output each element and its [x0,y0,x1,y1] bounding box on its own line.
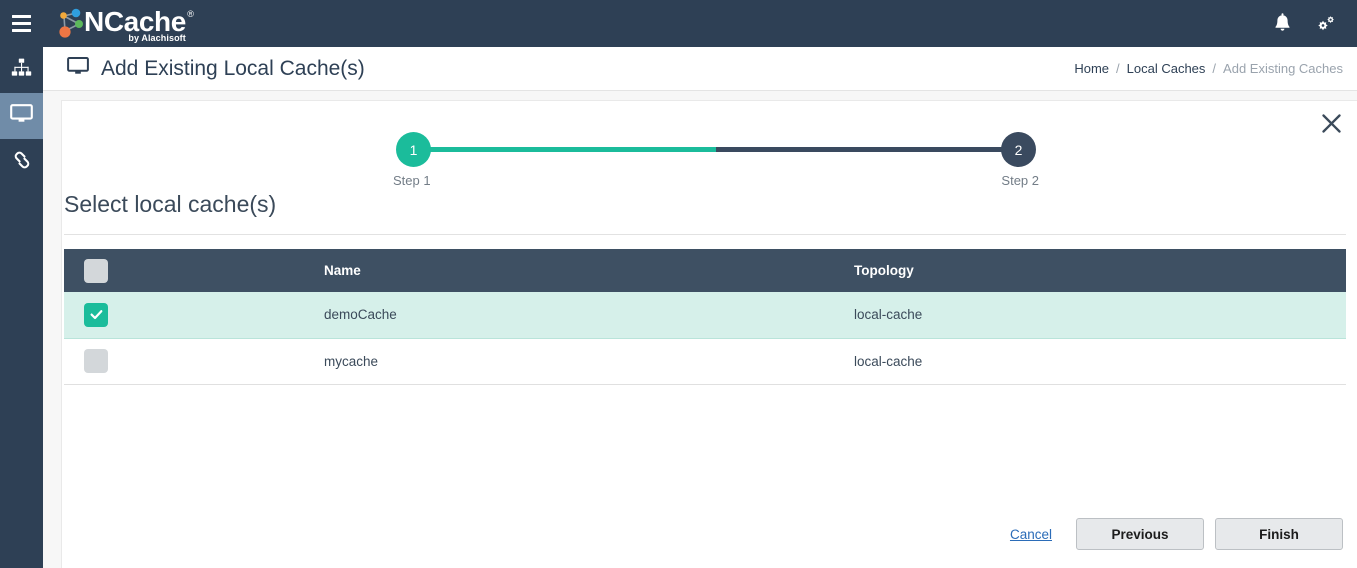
caches-table: Name Topology demoCache local-cache myca… [64,249,1346,385]
section-divider [64,234,1346,235]
caches-table-body: demoCache local-cache mycache local-cach… [64,292,1346,385]
cache-name: demoCache [324,307,397,323]
header-label-name: Name [324,263,361,278]
header-cell-name[interactable]: Name [324,249,854,292]
row-checkbox-democache[interactable] [84,302,108,327]
wizard-stepper: 1 2 Step 1 Step 2 [393,132,1039,194]
header-cell-topology[interactable]: Topology [854,249,1346,292]
monitor-icon [67,56,89,81]
stepper-node-1[interactable]: 1 [396,132,431,167]
row-cell-name: mycache [324,338,854,385]
brand-registered-mark: ® [187,9,194,19]
previous-button[interactable]: Previous [1076,518,1204,550]
stepper-label-1: Step 1 [393,173,431,188]
stepper-node-2[interactable]: 2 [1001,132,1036,167]
breadcrumb-item-add-existing-caches: Add Existing Caches [1223,61,1343,76]
header-label-topology: Topology [854,263,914,278]
bell-icon[interactable] [1273,13,1292,34]
breadcrumb-separator: / [1212,61,1217,76]
cache-topology: local-cache [854,353,923,369]
breadcrumb-item-home[interactable]: Home [1074,61,1109,76]
row-cell-select [64,338,324,385]
cache-topology: local-cache [854,307,923,323]
sitemap-icon [11,58,32,82]
stepper-line-completed [414,147,716,152]
stepper-progress-line [414,147,1018,152]
table-row[interactable]: mycache local-cache [64,338,1346,385]
page-title: Add Existing Local Cache(s) [101,56,365,80]
row-checkbox-mycache[interactable] [84,349,108,373]
hamburger-bar [12,15,31,18]
row-cell-select [64,292,324,339]
ncache-node-graph-icon [54,7,88,43]
hamburger-bar [12,29,31,32]
breadcrumb: Home / Local Caches / Add Existing Cache… [1074,61,1357,76]
row-cell-topology: local-cache [854,338,1346,385]
table-header-row: Name Topology [64,249,1346,292]
topbar-actions [1273,13,1357,34]
page-header: Add Existing Local Cache(s) Home / Local… [43,47,1357,91]
stepper-line-remaining [716,147,1018,152]
left-sidebar [0,47,43,568]
sidebar-item-local-caches[interactable] [0,93,43,139]
section-title: Select local cache(s) [64,191,277,217]
link-icon [11,150,33,175]
wizard-footer: Cancel Previous Finish [1010,518,1343,550]
top-navbar: NCache ® by Alachisoft [0,0,1357,47]
row-cell-name: demoCache [324,292,854,339]
breadcrumb-item-local-caches[interactable]: Local Caches [1127,61,1206,76]
hamburger-bar [12,22,31,25]
brand-logo[interactable]: NCache ® by Alachisoft [54,0,194,47]
sidebar-item-linked-caches[interactable] [0,139,43,185]
table-row[interactable]: demoCache local-cache [64,292,1346,339]
monitor-icon [10,103,33,129]
caches-table-head: Name Topology [64,249,1346,292]
breadcrumb-separator: / [1116,61,1120,76]
finish-button[interactable]: Finish [1215,518,1343,550]
content-card: 1 2 Step 1 Step 2 Select local cache(s) … [61,100,1357,568]
stepper-label-2: Step 2 [1001,173,1039,188]
sidebar-item-cluster-caches[interactable] [0,47,43,93]
select-all-checkbox[interactable] [84,258,108,283]
close-icon[interactable] [1317,109,1345,137]
gears-icon[interactable] [1314,13,1337,34]
cache-name: mycache [324,353,379,369]
header-cell-select [64,249,324,292]
row-cell-topology: local-cache [854,292,1346,339]
page-header-left: Add Existing Local Cache(s) [43,56,365,81]
cancel-link[interactable]: Cancel [1010,527,1052,542]
hamburger-menu-icon[interactable] [0,0,43,47]
